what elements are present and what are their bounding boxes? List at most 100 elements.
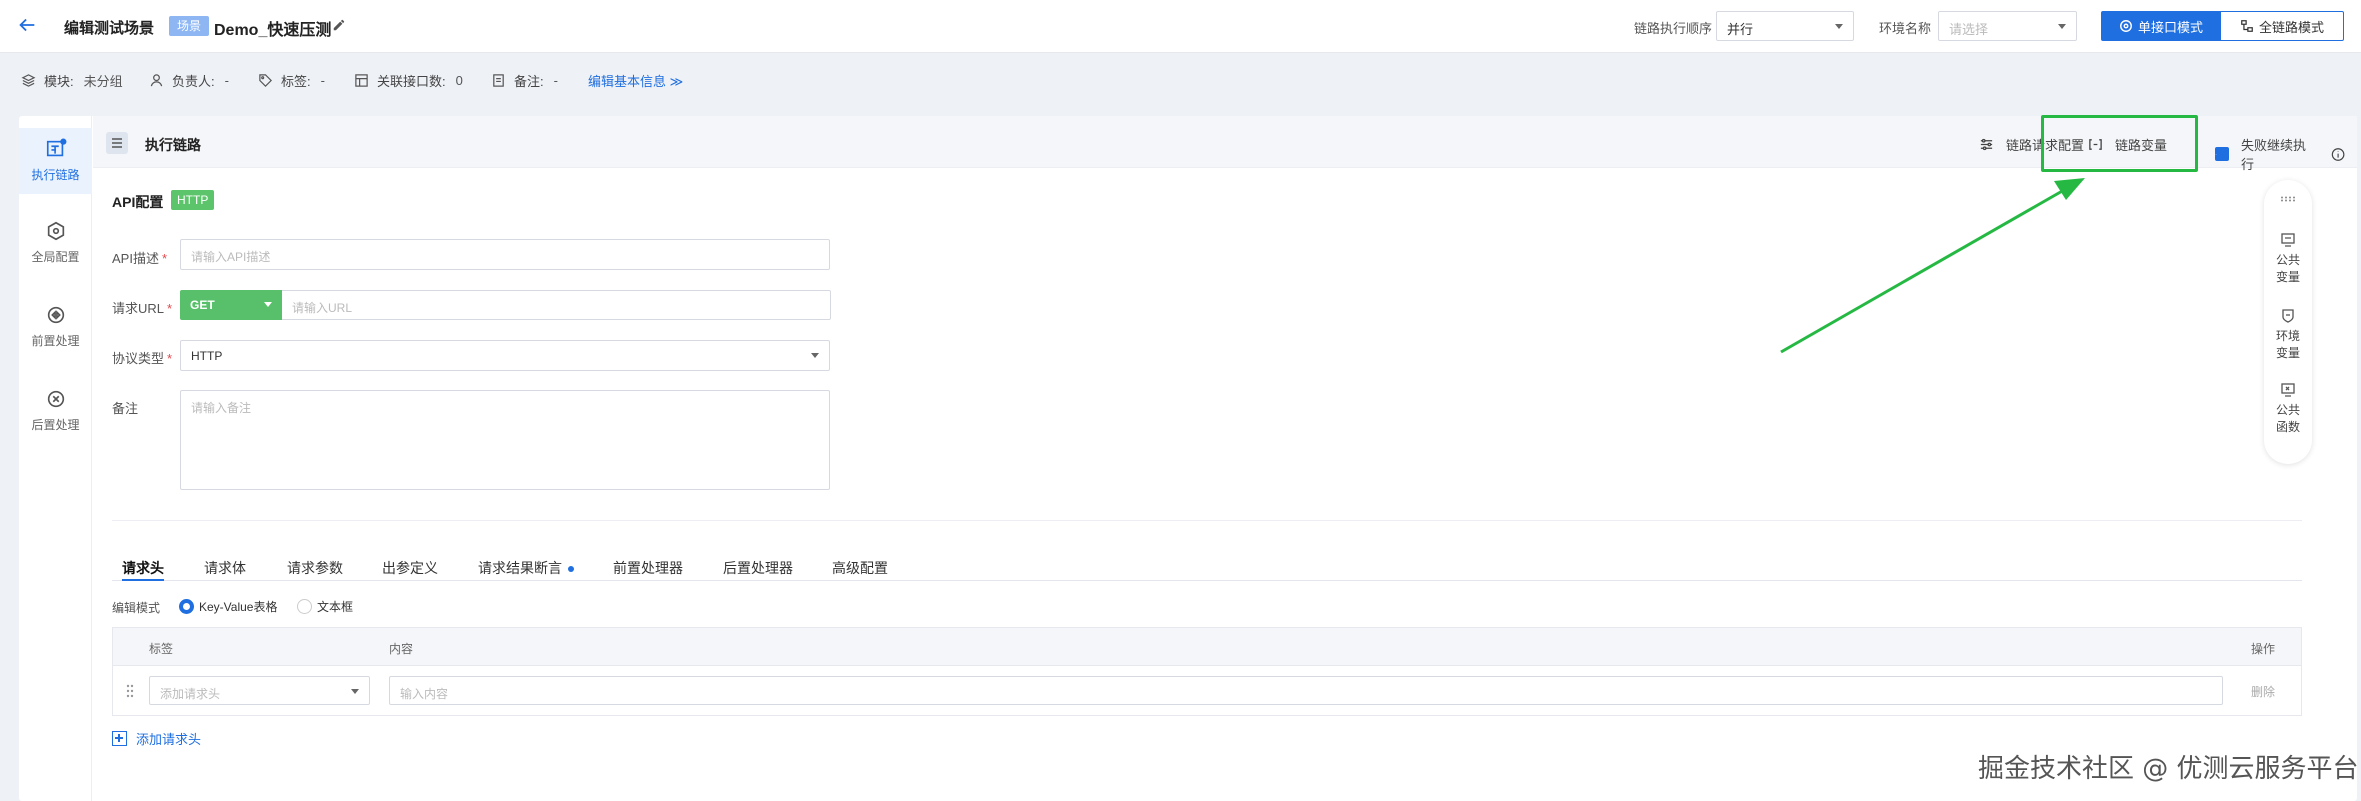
remark-textarea[interactable]: 请输入备注 [180,390,830,490]
api-count-value: 0 [455,73,463,88]
checkbox-checked-icon [2215,147,2229,161]
tab-result-assertion[interactable]: 请求结果断言 [478,558,574,581]
floating-side-panel: 公共 变量 环境 变量 公共 函数 [2264,180,2312,464]
public-functions-button[interactable]: 公共 函数 [2264,382,2312,436]
nav-item-pre-processing[interactable]: 前置处理 [19,304,92,349]
module-label: 模块: [44,74,74,89]
pencil-icon[interactable] [332,18,346,32]
tab-advanced-config[interactable]: 高级配置 [832,558,888,581]
env-select-placeholder: 请选择 [1949,22,1989,37]
remark-value: - [553,73,558,88]
chevron-down-icon [264,302,272,307]
chain-header: 执行链路 链路请求配置 链路变量 失败继续执行 [93,116,2357,172]
execution-chain-icon [46,138,66,157]
nav-item-label: 执行链路 [31,168,80,182]
public-variables-button[interactable]: 公共 变量 [2264,232,2312,286]
function-icon [2281,383,2295,397]
chevron-down-icon [1835,24,1843,29]
back-arrow-icon[interactable] [16,14,38,36]
env-select[interactable]: 请选择 [1938,11,2077,41]
single-api-mode-button[interactable]: 单接口模式 [2101,11,2221,41]
radio-kv-label: Key-Value表格 [199,600,278,614]
info-icon[interactable] [2331,147,2345,162]
full-chain-mode-label: 全链路模式 [2258,19,2324,35]
scene-name: Demo_快速压测 [214,22,332,39]
chevron-down-icon [351,689,359,694]
sliders-icon [1980,138,1993,151]
edit-mode-label: 编辑模式 [112,601,161,615]
radio-text-box[interactable]: 文本框 [297,598,353,615]
cube-icon [47,221,64,241]
drag-handle-icon[interactable] [125,683,135,699]
method-value: GET [190,298,215,312]
nav-item-label: 全局配置 [31,250,80,264]
protocol-label: 协议类型 * [112,351,173,366]
left-nav: 执行链路 全局配置 前置处理 后置处理 [19,116,92,801]
scene-tag: 场景 [169,16,210,36]
request-tabs: 请求头 请求体 请求参数 出参定义 请求结果断言 前置处理器 后置处理器 高级配… [112,555,2302,581]
header-value-input[interactable]: 输入内容 [389,676,2223,705]
remark-label: 备注: [514,74,544,89]
note-icon [493,74,504,87]
grip-icon[interactable] [2280,196,2296,202]
nav-item-label: 前置处理 [31,334,80,348]
nav-item-global-config[interactable]: 全局配置 [19,220,92,265]
table-header: 标签 内容 操作 [112,627,2302,666]
continue-on-fail-checkbox[interactable]: 失败继续执行 [2215,135,2357,173]
owner-label: 负责人: [172,74,215,89]
api-count-info: 关联接口数: 0 [354,71,463,90]
full-chain-mode-button[interactable]: 全链路模式 [2221,11,2344,41]
col-tag: 标签 [149,642,174,656]
api-desc-input[interactable]: 请输入API描述 [180,239,830,270]
nav-item-label: 后置处理 [31,418,80,432]
owner-info: 负责人: - [149,71,229,90]
info-bar: 模块: 未分组 负责人: - 标签: - 关联接口数: 0 备注: - 编辑基本… [0,64,2361,94]
plus-square-icon [112,731,127,746]
api-desc-label: API描述 * [112,251,168,266]
single-api-mode-label: 单接口模式 [2137,19,2203,35]
col-action: 操作 [2251,642,2276,656]
module-value: 未分组 [83,74,123,89]
target-icon [2120,20,2132,32]
header-key-placeholder: 添加请求头 [160,687,221,701]
radio-text-label: 文本框 [317,600,354,614]
add-header-button[interactable]: 添加请求头 [112,729,201,748]
api-link-icon [355,74,368,87]
tab-pre-processor[interactable]: 前置处理器 [613,558,683,581]
tab-output-params[interactable]: 出参定义 [382,558,438,581]
chain-title: 执行链路 [145,137,201,153]
tag-icon [259,74,272,87]
owner-value: - [224,73,229,88]
radio-kv-table[interactable]: Key-Value表格 [179,598,277,615]
highlight-box [2041,115,2198,172]
watermark: 掘金技术社区 @ 优测云服务平台 [1978,754,2359,784]
api-config-title: API配置 [112,194,164,210]
nav-item-execution-chain[interactable]: 执行链路 [19,128,92,194]
api-count-label: 关联接口数: [377,74,446,89]
nav-item-post-processing[interactable]: 后置处理 [19,388,92,433]
env-variables-button[interactable]: 环境 变量 [2264,308,2312,362]
layers-icon [21,74,36,87]
order-label: 链路执行顺序 [1634,21,1713,36]
protocol-select[interactable]: HTTP [180,340,830,371]
url-input[interactable]: 请输入URL [282,290,831,320]
tab-dot-indicator [568,566,574,573]
divider [112,520,2302,521]
tab-request-body[interactable]: 请求体 [204,558,246,581]
tab-post-processor[interactable]: 后置处理器 [723,558,793,581]
chain-list-icon [106,132,128,154]
env-label: 环境名称 [1879,21,1932,36]
method-select[interactable]: GET [180,290,282,320]
tab-request-params[interactable]: 请求参数 [287,558,343,581]
delete-row-button[interactable]: 删除 [2251,683,2275,700]
user-icon [150,74,163,87]
protocol-value: HTTP [191,349,223,363]
tag-label: 标签: [281,74,311,89]
order-select[interactable]: 并行 [1716,11,1854,41]
shield-variable-icon [2282,309,2294,323]
tab-request-headers[interactable]: 请求头 [122,558,164,581]
edit-basic-info-link[interactable]: 编辑基本信息 ≫ [588,71,683,90]
header-key-select[interactable]: 添加请求头 [149,676,370,705]
tag-value: - [320,73,325,88]
top-bar: 编辑测试场景 场景 Demo_快速压测 链路执行顺序 并行 环境名称 请选择 单… [0,0,2361,53]
